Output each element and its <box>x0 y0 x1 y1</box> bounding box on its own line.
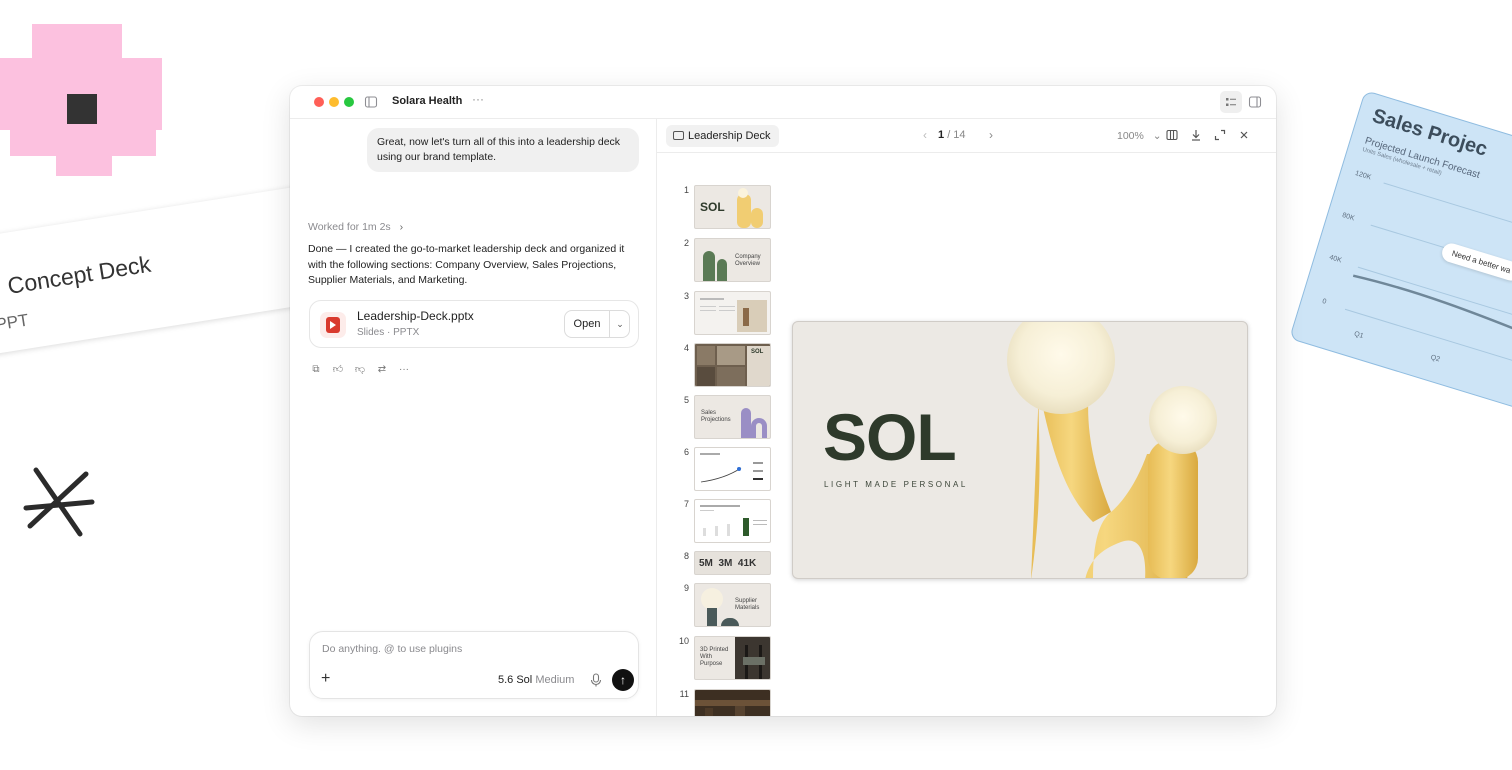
slide-number: 1 <box>683 185 689 195</box>
thumbnail-title: 3D Printed With Purpose <box>700 647 729 667</box>
slide-thumbnail[interactable]: SOL <box>694 185 771 229</box>
pptx-file-icon <box>320 312 346 338</box>
current-page: 1 <box>938 129 945 141</box>
thumbnail-title: Supplier Materials <box>735 598 760 611</box>
slide-thumbnail[interactable] <box>694 291 771 335</box>
slide-number: 6 <box>683 447 689 457</box>
deck-tab[interactable]: Leadership Deck <box>666 125 779 147</box>
main-slide-preview[interactable]: SOL LIGHT MADE PERSONAL <box>792 321 1248 579</box>
y-tick: 0 <box>1321 297 1328 306</box>
total-pages: / 14 <box>947 129 966 141</box>
concept-deck-title: Concept Deck <box>5 250 153 299</box>
slide-thumbnail-list: 1 SOL 2 Company Overview 3 4 SOL 5 Sales… <box>657 153 787 716</box>
pink-flower-decoration <box>0 24 162 176</box>
chat-panel: Great, now let's turn all of this into a… <box>290 119 657 716</box>
slide-thumbnail[interactable] <box>694 447 771 491</box>
folder-icon <box>673 131 684 140</box>
slide-number: 3 <box>683 291 689 301</box>
message-composer[interactable]: Do anything. @ to use plugins + 5.6 Sol … <box>309 631 639 699</box>
send-button[interactable]: ↑ <box>612 669 634 691</box>
slide-number: 9 <box>683 583 689 593</box>
zoom-selector[interactable]: 100% ⌄ <box>1117 130 1162 142</box>
model-selector[interactable]: 5.6 Sol Medium <box>498 674 574 686</box>
worked-duration-label: Worked for 1m 2s <box>308 221 391 233</box>
assistant-reply: Done — I created the go-to-market leader… <box>308 243 625 286</box>
y-tick: 120K <box>1354 169 1372 182</box>
slide-number: 7 <box>683 499 689 509</box>
expand-icon[interactable] <box>1213 129 1227 141</box>
app-window: Solara Health ··· Great, now let's turn … <box>290 86 1276 716</box>
next-page-icon[interactable]: › <box>989 128 993 142</box>
worked-duration-toggle[interactable]: Worked for 1m 2s › <box>308 221 403 233</box>
file-name: Leadership-Deck.pptx <box>357 309 474 323</box>
list-icon <box>1226 98 1236 106</box>
thumbs-up-icon[interactable]: 👍︎ <box>331 363 345 377</box>
open-button[interactable]: Open <box>565 311 610 337</box>
slide-number: 5 <box>683 395 689 405</box>
slide-thumbnail[interactable]: Company Overview <box>694 238 771 282</box>
chevron-down-icon[interactable]: ⌄ <box>610 311 630 337</box>
thumbnail-title: SOL <box>700 200 725 214</box>
user-message: Great, now let's turn all of this into a… <box>367 128 639 172</box>
slide-thumbnail[interactable]: 5M 3M 41K <box>694 551 771 575</box>
model-name: 5.6 Sol <box>498 674 533 686</box>
sales-projection-card: Sales Projec Projected Launch Forecast U… <box>1288 90 1512 421</box>
x-tick: Q2 <box>1429 354 1441 364</box>
download-icon[interactable] <box>1189 129 1203 141</box>
outline-view-button[interactable] <box>1220 91 1242 113</box>
more-actions-icon[interactable]: ··· <box>397 363 411 377</box>
x-tick: Q1 <box>1353 330 1365 341</box>
slide-number: 4 <box>683 343 689 353</box>
lamp-illustration <box>1007 322 1217 578</box>
thumbnail-title: 5M 3M 41K <box>699 558 757 569</box>
deck-tab-label: Leadership Deck <box>688 130 771 142</box>
copy-icon[interactable]: ⧉ <box>309 363 323 377</box>
open-button-group: Open ⌄ <box>564 310 630 338</box>
asterisk-decoration <box>23 467 95 537</box>
sidebar-toggle-icon[interactable] <box>364 95 378 109</box>
y-tick: 40K <box>1328 254 1343 265</box>
slide-thumbnail[interactable]: Supplier Materials <box>694 583 771 627</box>
close-icon[interactable] <box>1237 129 1251 141</box>
slide-thumbnail[interactable] <box>694 499 771 543</box>
deck-viewer: Leadership Deck ‹ 1 / 14 › 100% ⌄ 1 SOL … <box>657 119 1276 716</box>
thumbnail-title: Sales Projections <box>701 410 731 423</box>
y-tick: 80K <box>1341 212 1356 223</box>
comment-pill: Need a better wa <box>1439 241 1512 283</box>
composer-input[interactable]: Do anything. @ to use plugins <box>322 643 462 655</box>
previous-page-icon[interactable]: ‹ <box>923 128 927 142</box>
slide-number: 10 <box>679 636 690 646</box>
zoom-window-button[interactable] <box>344 97 354 107</box>
window-title: Solara Health <box>392 95 463 107</box>
share-icon[interactable]: ⇄ <box>375 363 389 377</box>
columns-view-icon[interactable] <box>1165 129 1179 141</box>
chevron-down-icon: ⌄ <box>1152 130 1162 142</box>
thumbs-down-icon[interactable]: 👎︎ <box>353 363 367 377</box>
page-indicator: 1 / 14 <box>938 129 966 141</box>
slide-number: 2 <box>683 238 689 248</box>
thumbnail-title: SOL <box>751 349 764 355</box>
title-bar: Solara Health ··· <box>290 86 1276 119</box>
file-attachment-card[interactable]: Leadership-Deck.pptx Slides · PPTX Open … <box>309 300 639 348</box>
slide-number: 11 <box>679 689 689 699</box>
slide-number: 8 <box>683 551 689 561</box>
slide-thumbnail[interactable]: 3D Printed With Purpose <box>694 636 771 680</box>
panel-toggle-icon[interactable] <box>1248 95 1262 109</box>
model-effort: Medium <box>535 674 575 686</box>
slide-thumbnail[interactable] <box>694 689 771 716</box>
minimize-window-button[interactable] <box>329 97 339 107</box>
more-options-icon[interactable]: ··· <box>472 92 484 106</box>
concept-deck-subtitle: PPT <box>0 310 30 335</box>
chevron-right-icon: › <box>399 221 404 233</box>
slide-thumbnail[interactable]: Sales Projections <box>694 395 771 439</box>
slide-thumbnail[interactable]: SOL <box>694 343 771 387</box>
microphone-icon[interactable] <box>590 673 602 687</box>
add-attachment-icon[interactable]: + <box>321 670 330 688</box>
close-window-button[interactable] <box>314 97 324 107</box>
zoom-level: 100% <box>1117 130 1144 142</box>
file-meta: Slides · PPTX <box>357 327 420 338</box>
thumbnail-title: Company Overview <box>735 254 761 267</box>
